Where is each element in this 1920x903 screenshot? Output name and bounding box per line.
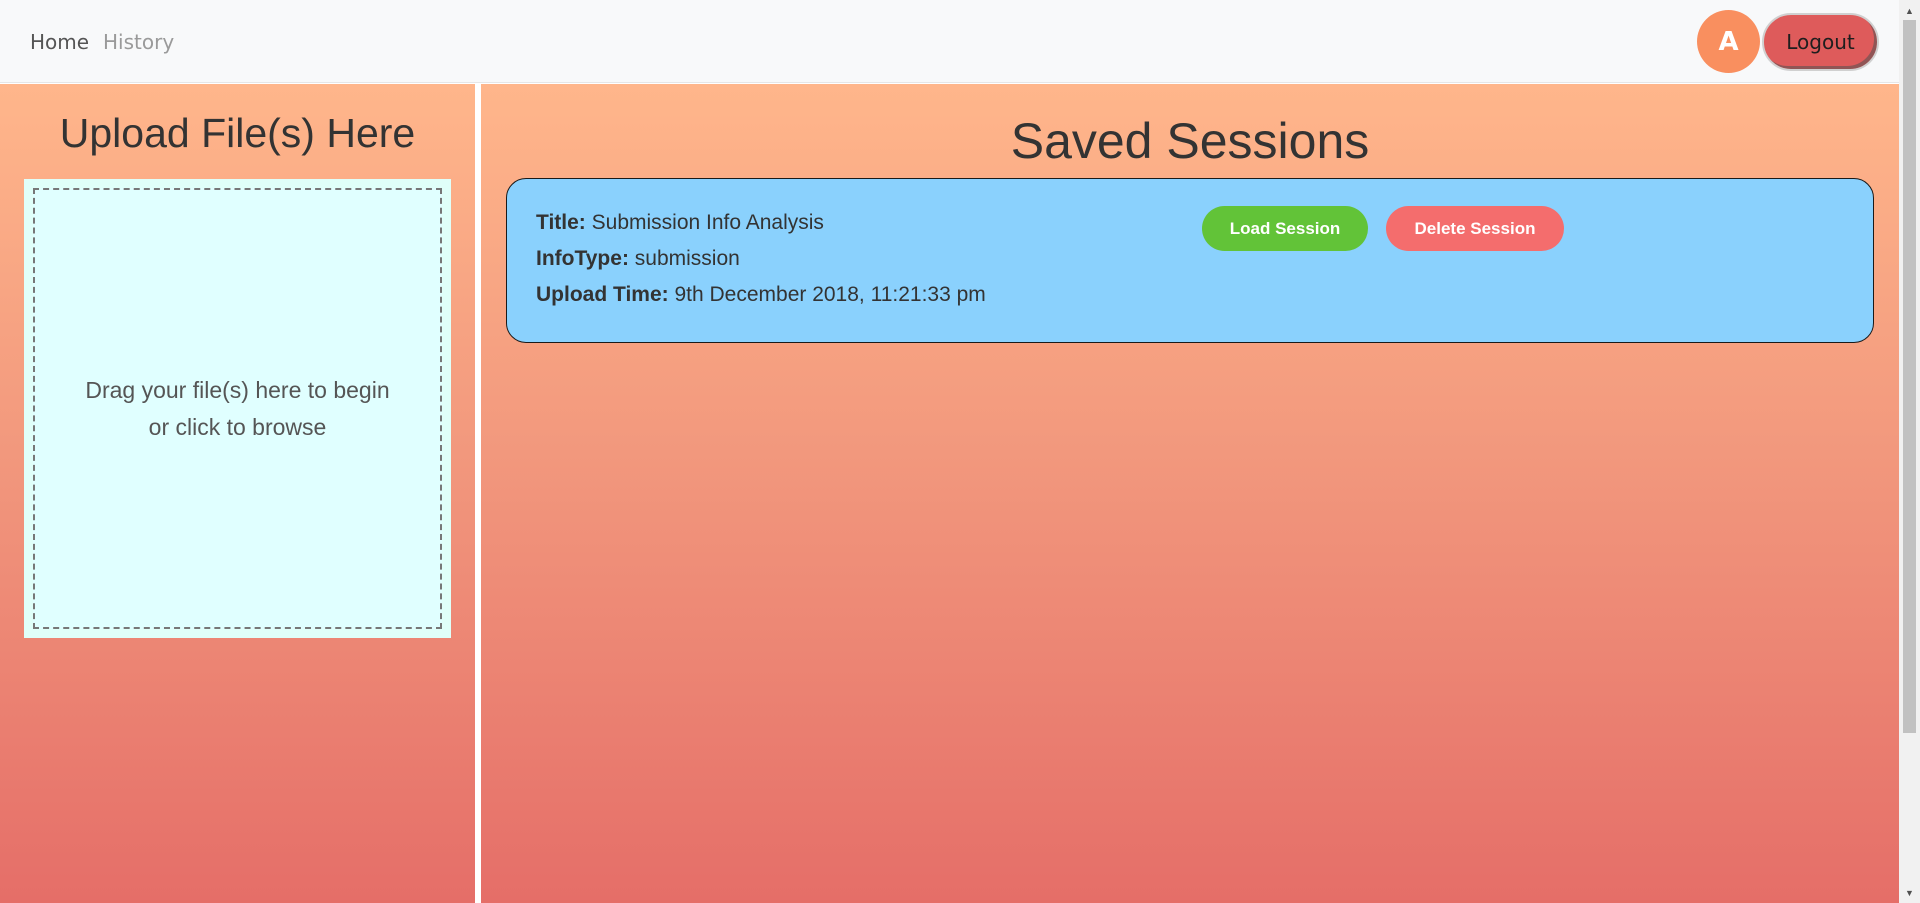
navbar: Home History A Logout — [0, 0, 1899, 83]
avatar[interactable]: A — [1697, 10, 1760, 73]
dropzone-text-line2: or click to browse — [148, 413, 327, 440]
dropzone-frame: Drag your file(s) here to begin or click… — [24, 179, 451, 638]
session-title-field: Title: Submission Info Analysis — [536, 211, 824, 235]
delete-session-button[interactable]: Delete Session — [1386, 206, 1564, 251]
upload-panel: Upload File(s) Here Drag your file(s) he… — [0, 84, 475, 903]
session-card: Title: Submission Info Analysis InfoType… — [506, 178, 1874, 343]
load-session-button[interactable]: Load Session — [1202, 206, 1368, 251]
page-scrollbar[interactable]: ▲ ▼ — [1899, 0, 1920, 903]
session-infotype-field: InfoType: submission — [536, 247, 740, 271]
session-infotype-value: submission — [634, 247, 740, 270]
sessions-panel: Saved Sessions Title: Submission Info An… — [481, 84, 1899, 903]
logout-button[interactable]: Logout — [1762, 13, 1879, 71]
scrollbar-thumb[interactable] — [1903, 20, 1916, 733]
file-dropzone[interactable]: Drag your file(s) here to begin or click… — [33, 188, 442, 629]
nav-history-link[interactable]: History — [103, 30, 174, 54]
dropzone-text-line1: Drag your file(s) here to begin — [85, 376, 390, 403]
session-upload-time-value: 9th December 2018, 11:21:33 pm — [674, 283, 986, 306]
session-title-label: Title: — [536, 211, 586, 234]
nav-home-link[interactable]: Home — [30, 30, 89, 54]
session-title-value: Submission Info Analysis — [591, 211, 824, 234]
scroll-down-icon[interactable]: ▼ — [1899, 884, 1920, 901]
sessions-title: Saved Sessions — [1010, 113, 1370, 169]
upload-title: Upload File(s) Here — [59, 110, 416, 156]
session-upload-time-field: Upload Time: 9th December 2018, 11:21:33… — [536, 283, 986, 307]
scroll-up-icon[interactable]: ▲ — [1899, 2, 1920, 19]
session-infotype-label: InfoType: — [536, 247, 629, 270]
session-upload-time-label: Upload Time: — [536, 283, 669, 306]
